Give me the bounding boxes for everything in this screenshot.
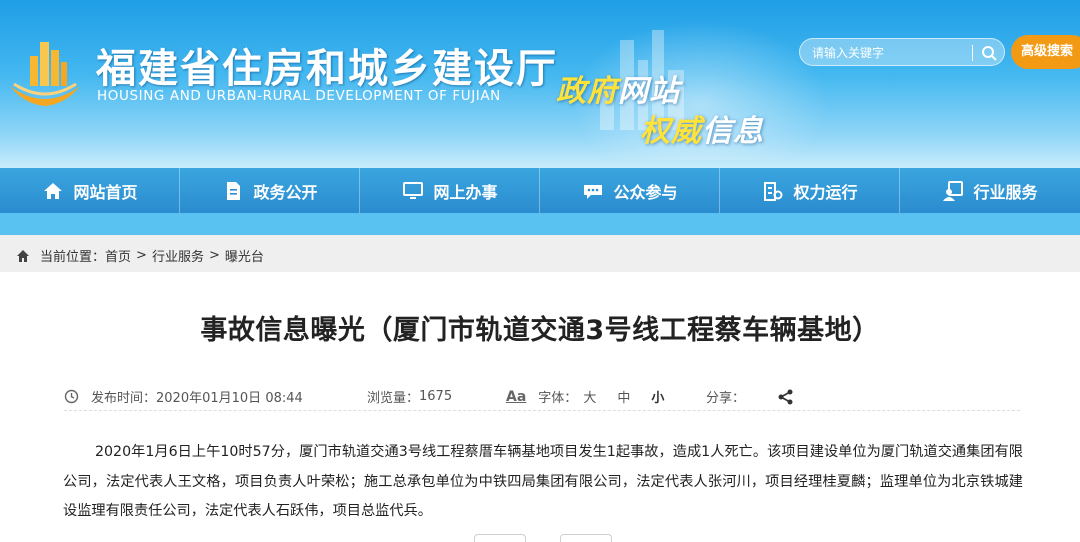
font-size-medium[interactable]: 中 xyxy=(617,387,630,406)
breadcrumb-link-industry[interactable]: 行业服务 xyxy=(152,246,204,265)
search-separator xyxy=(972,45,973,61)
article-body: 2020年1月6日上午10时57分，厦门市轨道交通3号线工程蔡厝车辆基地项目发生… xyxy=(63,444,1023,519)
font-size-large[interactable]: 大 xyxy=(583,387,596,406)
share-icon[interactable] xyxy=(777,388,795,406)
search-icon[interactable] xyxy=(980,44,998,62)
breadcrumb-bar: 当前位置： 首页 > 行业服务 > 曝光台 xyxy=(0,235,1080,272)
slogan-accent-2: 权威 xyxy=(640,114,702,149)
home-small-icon xyxy=(17,249,29,262)
people-icon xyxy=(943,180,964,201)
share-info: 分享： xyxy=(706,387,795,406)
advanced-search-button[interactable]: 高级搜索 xyxy=(1011,35,1080,69)
logo-icon xyxy=(10,42,80,106)
article-meta: 发布时间： 2020年01月10日 08:44 浏览量： 1675 Aa 字体：… xyxy=(64,383,1020,411)
document-icon xyxy=(227,181,241,200)
article-title: 事故信息曝光（厦门市轨道交通3号线工程蔡车辆基地） xyxy=(200,315,880,346)
breadcrumb-separator: > xyxy=(208,248,220,263)
nav-item-gov-affairs[interactable]: 政务公开 xyxy=(180,168,360,213)
nav-item-public-participation[interactable]: 公众参与 xyxy=(540,168,720,213)
home-icon xyxy=(44,182,63,199)
breadcrumb: 当前位置： 首页 > 行业服务 > 曝光台 xyxy=(16,246,264,265)
nav-item-label: 网上办事 xyxy=(433,182,498,202)
nav-item-label: 网站首页 xyxy=(73,182,138,202)
image-frame-edge xyxy=(560,534,612,542)
publish-label: 发布时间： xyxy=(91,391,157,406)
breadcrumb-link-exposure[interactable]: 曝光台 xyxy=(225,246,264,265)
slogan-line-1: 政府网站 xyxy=(556,66,680,110)
nav-item-label: 行业服务 xyxy=(973,182,1038,202)
nav-item-label: 公众参与 xyxy=(613,182,678,202)
site-subtitle: HOUSING AND URBAN-RURAL DEVELOPMENT OF F… xyxy=(97,88,501,104)
views-info: 浏览量： 1675 xyxy=(367,387,452,406)
share-label: 分享： xyxy=(706,391,746,406)
font-size-small[interactable]: 小 xyxy=(651,387,664,406)
search-box xyxy=(799,38,1005,66)
image-frame-edge xyxy=(474,534,526,542)
font-size-controls: Aa 字体： 大 中 小 xyxy=(506,387,664,407)
main-nav: 网站首页 政务公开 网上办事 公众参与 权力运行 行业服务 xyxy=(0,168,1080,213)
site-header: 福建省住房和城乡建设厅 HOUSING AND URBAN-RURAL DEVE… xyxy=(0,0,1080,168)
site-title: 福建省住房和城乡建设厅 xyxy=(96,46,558,92)
clock-icon xyxy=(64,389,79,404)
search-input[interactable] xyxy=(812,43,962,63)
nav-underbar xyxy=(0,213,1080,235)
chat-icon xyxy=(584,184,603,199)
breadcrumb-separator: > xyxy=(136,248,147,263)
nav-item-online-service[interactable]: 网上办事 xyxy=(360,168,540,213)
slogan-accent-1: 政府 xyxy=(556,74,618,109)
views-count: 1675 xyxy=(419,389,453,404)
nav-item-label: 权力运行 xyxy=(793,182,858,202)
views-label: 浏览量： xyxy=(367,391,420,406)
publish-info: 发布时间： 2020年01月10日 08:44 xyxy=(64,387,303,406)
monitor-icon xyxy=(403,181,424,199)
nav-item-label: 政务公开 xyxy=(253,182,318,202)
nav-item-home[interactable]: 网站首页 xyxy=(0,168,180,213)
building-icon xyxy=(764,181,783,201)
nav-item-power-operation[interactable]: 权力运行 xyxy=(720,168,900,213)
nav-item-industry-service[interactable]: 行业服务 xyxy=(900,168,1080,213)
breadcrumb-prefix: 当前位置： xyxy=(40,250,106,265)
font-size-icon: Aa xyxy=(506,388,527,405)
slogan-line-2: 权威信息 xyxy=(640,106,764,150)
font-label: 字体： xyxy=(538,391,578,406)
slogan-rest-1: 网站 xyxy=(618,74,680,109)
slogan-rest-2: 信息 xyxy=(702,114,764,149)
breadcrumb-link-home[interactable]: 首页 xyxy=(105,246,131,265)
publish-time: 2020年01月10日 08:44 xyxy=(156,391,303,406)
